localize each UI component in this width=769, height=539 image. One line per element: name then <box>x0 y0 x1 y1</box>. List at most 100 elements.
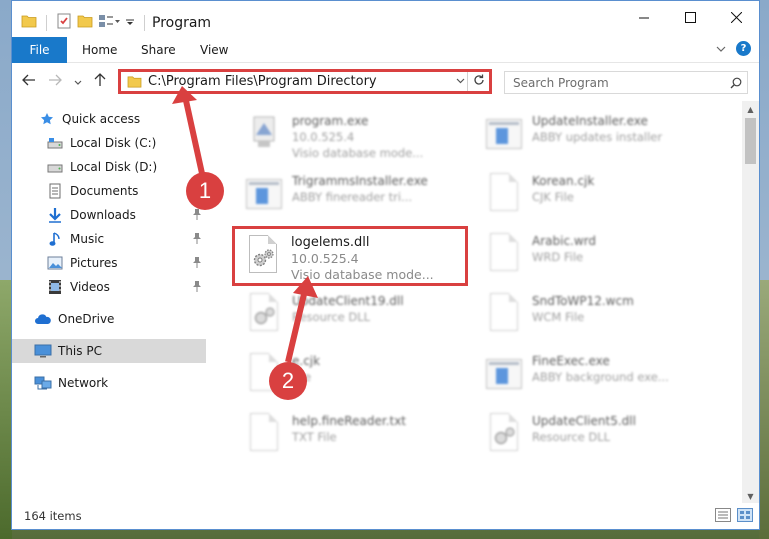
file-item-sndtowp12-wcm[interactable]: SndToWP12.wcm WCM File <box>476 287 708 343</box>
search-icon[interactable] <box>725 77 747 89</box>
file-name: UpdateClient19.dll <box>292 294 404 308</box>
back-arrow-icon[interactable] <box>22 74 36 89</box>
file-item-updateinstaller-exe[interactable]: UpdateInstaller.exe ABBY updates install… <box>476 107 708 163</box>
details-view-icon[interactable] <box>715 508 731 525</box>
vertical-scrollbar[interactable]: ▲ ▼ <box>742 101 759 505</box>
star-icon <box>38 111 56 127</box>
file-version: 10.0.525.4 <box>292 130 355 144</box>
file-name: UpdateClient5.dll <box>532 414 636 428</box>
sidebar-item-label: Quick access <box>62 112 141 126</box>
file-item-trigrammsinstaller-exe[interactable]: TrigrammsInstaller.exe ABBY finereader t… <box>236 167 468 223</box>
step-1-callout: 1 <box>186 172 224 210</box>
sidebar-item-videos[interactable]: Videos <box>12 275 206 299</box>
sidebar-item-this-pc[interactable]: This PC <box>12 339 206 363</box>
file-explorer-window: Program File Home Share View ? C:\Progra… <box>11 0 760 530</box>
scrollbar-thumb[interactable] <box>745 118 756 164</box>
search-box[interactable] <box>504 71 748 94</box>
pin-icon[interactable] <box>192 208 202 223</box>
file-description: ABBY background exe... <box>532 370 669 384</box>
file-name: Korean.cjk <box>532 174 595 188</box>
file-item-updateclient5-dll[interactable]: UpdateClient5.dll Resource DLL <box>476 407 708 463</box>
file-description: ABBY finereader tri... <box>292 190 413 204</box>
close-icon <box>730 11 742 26</box>
file-item-program-exe[interactable]: program.exe 10.0.525.4 Visio database mo… <box>236 107 468 163</box>
address-bar[interactable]: C:\Program Files\Program Directory <box>118 69 492 94</box>
address-dropdown-chevron-icon[interactable] <box>453 76 467 87</box>
file-item-updateclient19-dll[interactable]: UpdateClient19.dll Resource DLL <box>236 287 468 343</box>
file-type: Resource DLL <box>532 430 611 444</box>
drive-icon <box>46 135 64 151</box>
large-icons-view-icon[interactable] <box>737 508 753 525</box>
maximize-button[interactable] <box>667 1 713 37</box>
cloud-icon <box>34 311 52 327</box>
sidebar-item-network[interactable]: Network <box>12 371 206 395</box>
sidebar-item-label: Documents <box>70 184 139 198</box>
computer-icon <box>34 343 52 359</box>
close-button[interactable] <box>713 1 759 37</box>
properties-icon[interactable] <box>56 13 72 32</box>
address-path[interactable]: C:\Program Files\Program Directory <box>148 74 453 89</box>
sidebar-item-label: Videos <box>70 280 110 294</box>
search-input[interactable] <box>513 75 725 90</box>
pin-icon[interactable] <box>192 232 202 247</box>
downloads-icon <box>46 207 64 223</box>
document-icon <box>484 291 524 337</box>
file-name: program.exe <box>292 114 369 128</box>
forward-arrow-icon[interactable] <box>48 74 62 89</box>
tab-file[interactable]: File <box>12 37 67 63</box>
file-name: logelems.dll <box>291 235 370 250</box>
music-icon <box>46 231 64 247</box>
navigation-bar: C:\Program Files\Program Directory <box>12 63 759 101</box>
file-item-logelems-dll[interactable]: logelems.dll 10.0.525.4 Visio database m… <box>232 226 468 286</box>
sidebar-item-label: Downloads <box>70 208 136 222</box>
document-icon <box>244 411 284 457</box>
scroll-up-arrow-icon[interactable]: ▲ <box>742 101 759 118</box>
navigation-pane: Quick access Local Disk (C:) Local Disk … <box>12 101 206 505</box>
documents-icon <box>46 183 64 199</box>
desktop-background-right <box>759 280 769 539</box>
new-folder-icon[interactable] <box>77 14 93 31</box>
title-bar: Program <box>12 1 759 37</box>
sidebar-item-music[interactable]: Music <box>12 227 206 251</box>
sidebar-item-label: OneDrive <box>58 312 115 326</box>
expand-ribbon-chevron-icon[interactable] <box>716 42 726 56</box>
sidebar-item-local-disk-d[interactable]: Local Disk (D:) <box>12 155 206 179</box>
up-arrow-icon[interactable] <box>94 73 106 90</box>
toolbar-divider <box>46 14 47 31</box>
dll-gear-icon <box>243 233 283 279</box>
recent-locations-chevron-icon[interactable] <box>74 75 82 89</box>
pin-icon[interactable] <box>192 280 202 295</box>
sidebar-item-onedrive[interactable]: OneDrive <box>12 307 206 331</box>
tab-home[interactable]: Home <box>82 43 117 57</box>
exe-icon <box>244 111 284 157</box>
sidebar-item-label: Network <box>58 376 109 390</box>
sidebar-item-label: Music <box>70 232 105 246</box>
quick-access-toolbar <box>21 13 149 32</box>
sidebar-item-label: Local Disk (C:) <box>70 136 157 150</box>
minimize-button[interactable] <box>621 1 667 37</box>
file-item-help-finereader-txt[interactable]: help.fineReader.txt TXT File <box>236 407 468 463</box>
sidebar-item-local-disk-c[interactable]: Local Disk (C:) <box>12 131 206 155</box>
customize-toolbar-chevron-icon[interactable] <box>125 16 135 30</box>
window-controls <box>621 1 759 37</box>
item-count: 164 items <box>24 509 82 523</box>
sidebar-item-quick-access[interactable]: Quick access <box>12 107 206 131</box>
file-item-fineexec-exe[interactable]: FineExec.exe ABBY background exe... <box>476 347 708 403</box>
maximize-icon <box>684 12 696 26</box>
folder-icon <box>127 75 142 88</box>
sidebar-item-documents[interactable]: Documents <box>12 179 206 203</box>
sidebar-item-downloads[interactable]: Downloads <box>12 203 206 227</box>
minimize-icon <box>638 12 650 26</box>
folder-icon <box>21 14 37 31</box>
tab-share[interactable]: Share <box>141 43 176 57</box>
sidebar-item-pictures[interactable]: Pictures <box>12 251 206 275</box>
tab-view[interactable]: View <box>200 43 228 57</box>
file-type: WCM File <box>532 310 585 324</box>
pin-icon[interactable] <box>192 256 202 271</box>
file-item-korean-cjk[interactable]: Korean.cjk CJK File <box>476 167 708 223</box>
view-options-icon[interactable] <box>98 14 120 31</box>
window-title: Program <box>152 15 212 31</box>
help-icon[interactable]: ? <box>736 41 751 56</box>
refresh-button[interactable] <box>467 72 489 91</box>
file-item-arabic-wrd[interactable]: Arabic.wrd WRD File <box>476 227 708 283</box>
